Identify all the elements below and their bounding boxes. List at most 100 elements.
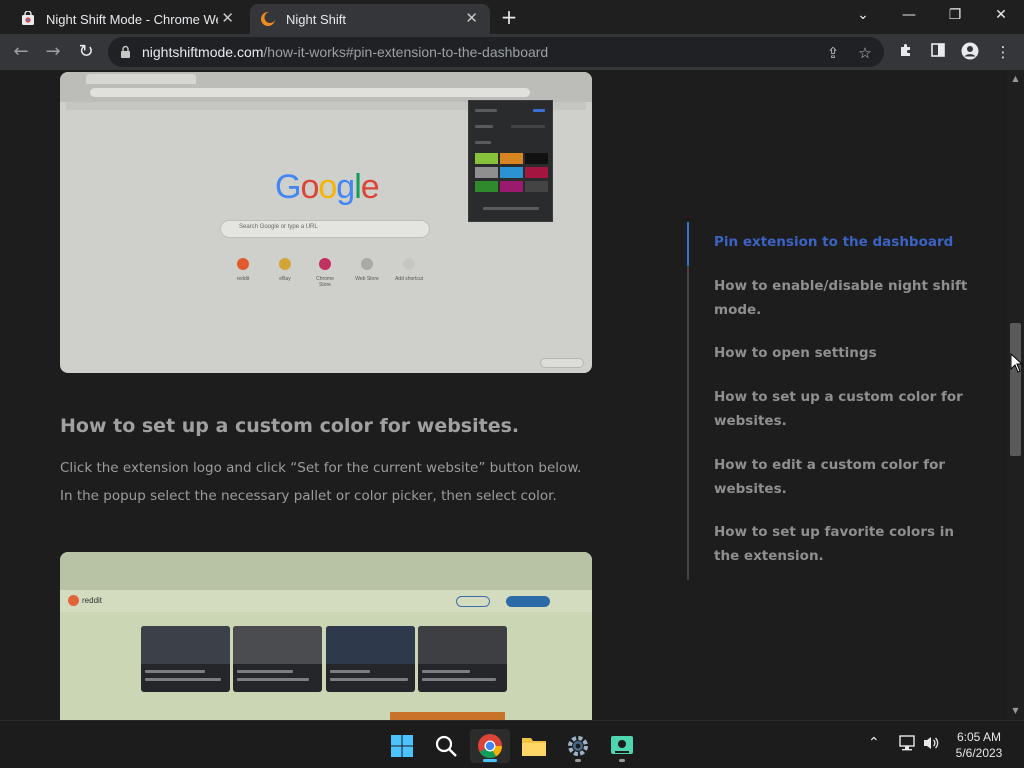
section-heading: How to set up a custom color for website… bbox=[60, 415, 520, 437]
side-panel-glyph bbox=[931, 43, 945, 57]
network-icon[interactable] bbox=[898, 735, 916, 755]
reddit-label: reddit bbox=[82, 596, 103, 605]
tab-night-shift[interactable]: Night Shift ✕ bbox=[250, 4, 490, 34]
popup-line bbox=[511, 125, 545, 128]
volume-icon[interactable] bbox=[922, 735, 940, 755]
close-tab-icon[interactable]: ✕ bbox=[221, 11, 234, 27]
color-swatch bbox=[525, 167, 548, 178]
reload-button[interactable]: ↻ bbox=[73, 39, 99, 65]
card-image bbox=[233, 626, 322, 664]
active-app-indicator bbox=[483, 759, 497, 762]
magnifier-glyph bbox=[435, 735, 457, 757]
address-bar[interactable]: nightshiftmode.com/how-it-works#pin-exte… bbox=[108, 37, 884, 67]
bookmark-star-icon[interactable]: ☆ bbox=[856, 44, 874, 62]
tab-search-chevron-icon[interactable]: ⌄ bbox=[840, 4, 886, 30]
embedded-extension-popup bbox=[468, 100, 553, 222]
close-tab-icon[interactable]: ✕ bbox=[465, 11, 478, 27]
color-swatch bbox=[500, 181, 523, 192]
toc-link-edit-custom-color[interactable]: How to edit a custom color for websites. bbox=[714, 453, 974, 501]
scroll-up-arrow-icon[interactable]: ▲ bbox=[1011, 74, 1020, 83]
profile-glyph bbox=[961, 42, 979, 60]
card-text-line bbox=[330, 678, 408, 681]
popup-line bbox=[475, 109, 497, 112]
back-button[interactable]: ← bbox=[8, 39, 34, 65]
toc-link-open-settings[interactable]: How to open settings bbox=[714, 341, 974, 365]
card-text-line bbox=[422, 678, 496, 681]
file-explorer-icon[interactable] bbox=[514, 729, 554, 763]
gear-glyph bbox=[568, 736, 588, 756]
toc-link-set-custom-color[interactable]: How to set up a custom color for website… bbox=[714, 385, 974, 433]
folder-glyph bbox=[522, 738, 546, 756]
tab-title: Night Shift bbox=[286, 11, 346, 27]
night-shift-moon-icon bbox=[261, 12, 276, 26]
embedded-shortcut: eBay bbox=[270, 258, 300, 282]
embedded-trending-card bbox=[418, 626, 507, 692]
toc-rail-active bbox=[687, 222, 689, 266]
restore-button[interactable]: ❐ bbox=[932, 4, 978, 30]
windows-taskbar: ⌃ 6:05 AM 5/6/2023 bbox=[0, 720, 1024, 768]
color-swatch bbox=[525, 153, 548, 164]
embedded-post-thumbnail bbox=[390, 712, 505, 720]
embedded-trending-card bbox=[326, 626, 415, 692]
url-host: nightshiftmode.com bbox=[142, 44, 264, 60]
color-swatch bbox=[500, 153, 523, 164]
embedded-shortcut: Chrome Store bbox=[310, 258, 340, 288]
embedded-customize-button bbox=[540, 358, 584, 368]
reddit-logo-icon bbox=[68, 595, 79, 606]
popup-line bbox=[475, 125, 493, 128]
card-text-line bbox=[237, 670, 293, 673]
toc-link-pin-extension[interactable]: Pin extension to the dashboard bbox=[714, 230, 974, 254]
settings-icon[interactable] bbox=[558, 729, 598, 763]
search-icon[interactable] bbox=[426, 729, 466, 763]
side-panel-icon[interactable] bbox=[928, 42, 948, 62]
embedded-search-box: Search Google or type a URL bbox=[220, 220, 430, 238]
color-swatch bbox=[475, 181, 498, 192]
embedded-signup-button bbox=[506, 596, 550, 607]
toc-rail bbox=[687, 222, 689, 580]
clock-time: 6:05 AM bbox=[956, 730, 1002, 744]
google-logo: Google bbox=[275, 168, 380, 206]
card-text-line bbox=[237, 678, 309, 681]
show-hidden-icons-chevron-icon[interactable]: ⌃ bbox=[868, 735, 880, 751]
scroll-down-arrow-icon[interactable]: ▼ bbox=[1011, 706, 1020, 715]
card-image bbox=[141, 626, 230, 664]
embedded-shortcut: Add shortcut bbox=[394, 258, 424, 282]
toc-link-favorite-colors[interactable]: How to set up favorite colors in the ext… bbox=[714, 520, 974, 568]
extensions-puzzle-icon[interactable] bbox=[896, 42, 916, 62]
forward-button[interactable]: → bbox=[40, 39, 66, 65]
tab-strip: Night Shift Mode - Chrome Web Store ✕ Ni… bbox=[0, 0, 1024, 34]
section-paragraph: Click the extension logo and click “Set … bbox=[60, 460, 582, 504]
color-swatch bbox=[475, 153, 498, 164]
url-text: nightshiftmode.com/how-it-works#pin-exte… bbox=[142, 44, 548, 60]
network-glyph bbox=[899, 735, 915, 751]
mouse-cursor-icon bbox=[1010, 353, 1024, 373]
chrome-icon[interactable] bbox=[470, 729, 510, 763]
windows-start-icon[interactable] bbox=[382, 729, 422, 763]
share-icon[interactable]: ⇪ bbox=[824, 44, 842, 62]
popup-toggle bbox=[533, 109, 545, 112]
night-shift-app-icon[interactable] bbox=[602, 729, 642, 763]
running-app-indicator bbox=[619, 759, 625, 762]
scrollbar-thumb[interactable] bbox=[1010, 323, 1021, 456]
minimize-button[interactable]: — bbox=[886, 4, 932, 30]
tab-chrome-web-store[interactable]: Night Shift Mode - Chrome Web Store ✕ bbox=[8, 4, 246, 34]
embedded-trending-card bbox=[233, 626, 322, 692]
lock-icon bbox=[121, 45, 130, 58]
windows-logo-glyph bbox=[391, 735, 413, 757]
toc-link-enable-disable[interactable]: How to enable/disable night shift mode. bbox=[714, 274, 974, 322]
card-text-line bbox=[145, 670, 205, 673]
card-image bbox=[418, 626, 507, 664]
page-scrollbar[interactable]: ▲ ▼ bbox=[1007, 70, 1024, 720]
embedded-login-button bbox=[456, 596, 490, 607]
embedded-browser-bar bbox=[60, 552, 592, 590]
color-swatch bbox=[500, 167, 523, 178]
system-clock[interactable]: 6:05 AM 5/6/2023 bbox=[948, 729, 1010, 761]
chrome-menu-icon[interactable]: ⋮ bbox=[993, 42, 1013, 62]
profile-avatar-icon[interactable] bbox=[960, 42, 980, 62]
new-tab-button[interactable]: + bbox=[498, 6, 520, 28]
embedded-omnibox bbox=[90, 88, 530, 97]
app-glyph bbox=[611, 736, 633, 754]
embedded-shortcut: Web Store bbox=[352, 258, 382, 282]
close-window-button[interactable]: ✕ bbox=[978, 4, 1024, 30]
embedded-tab bbox=[86, 74, 196, 84]
